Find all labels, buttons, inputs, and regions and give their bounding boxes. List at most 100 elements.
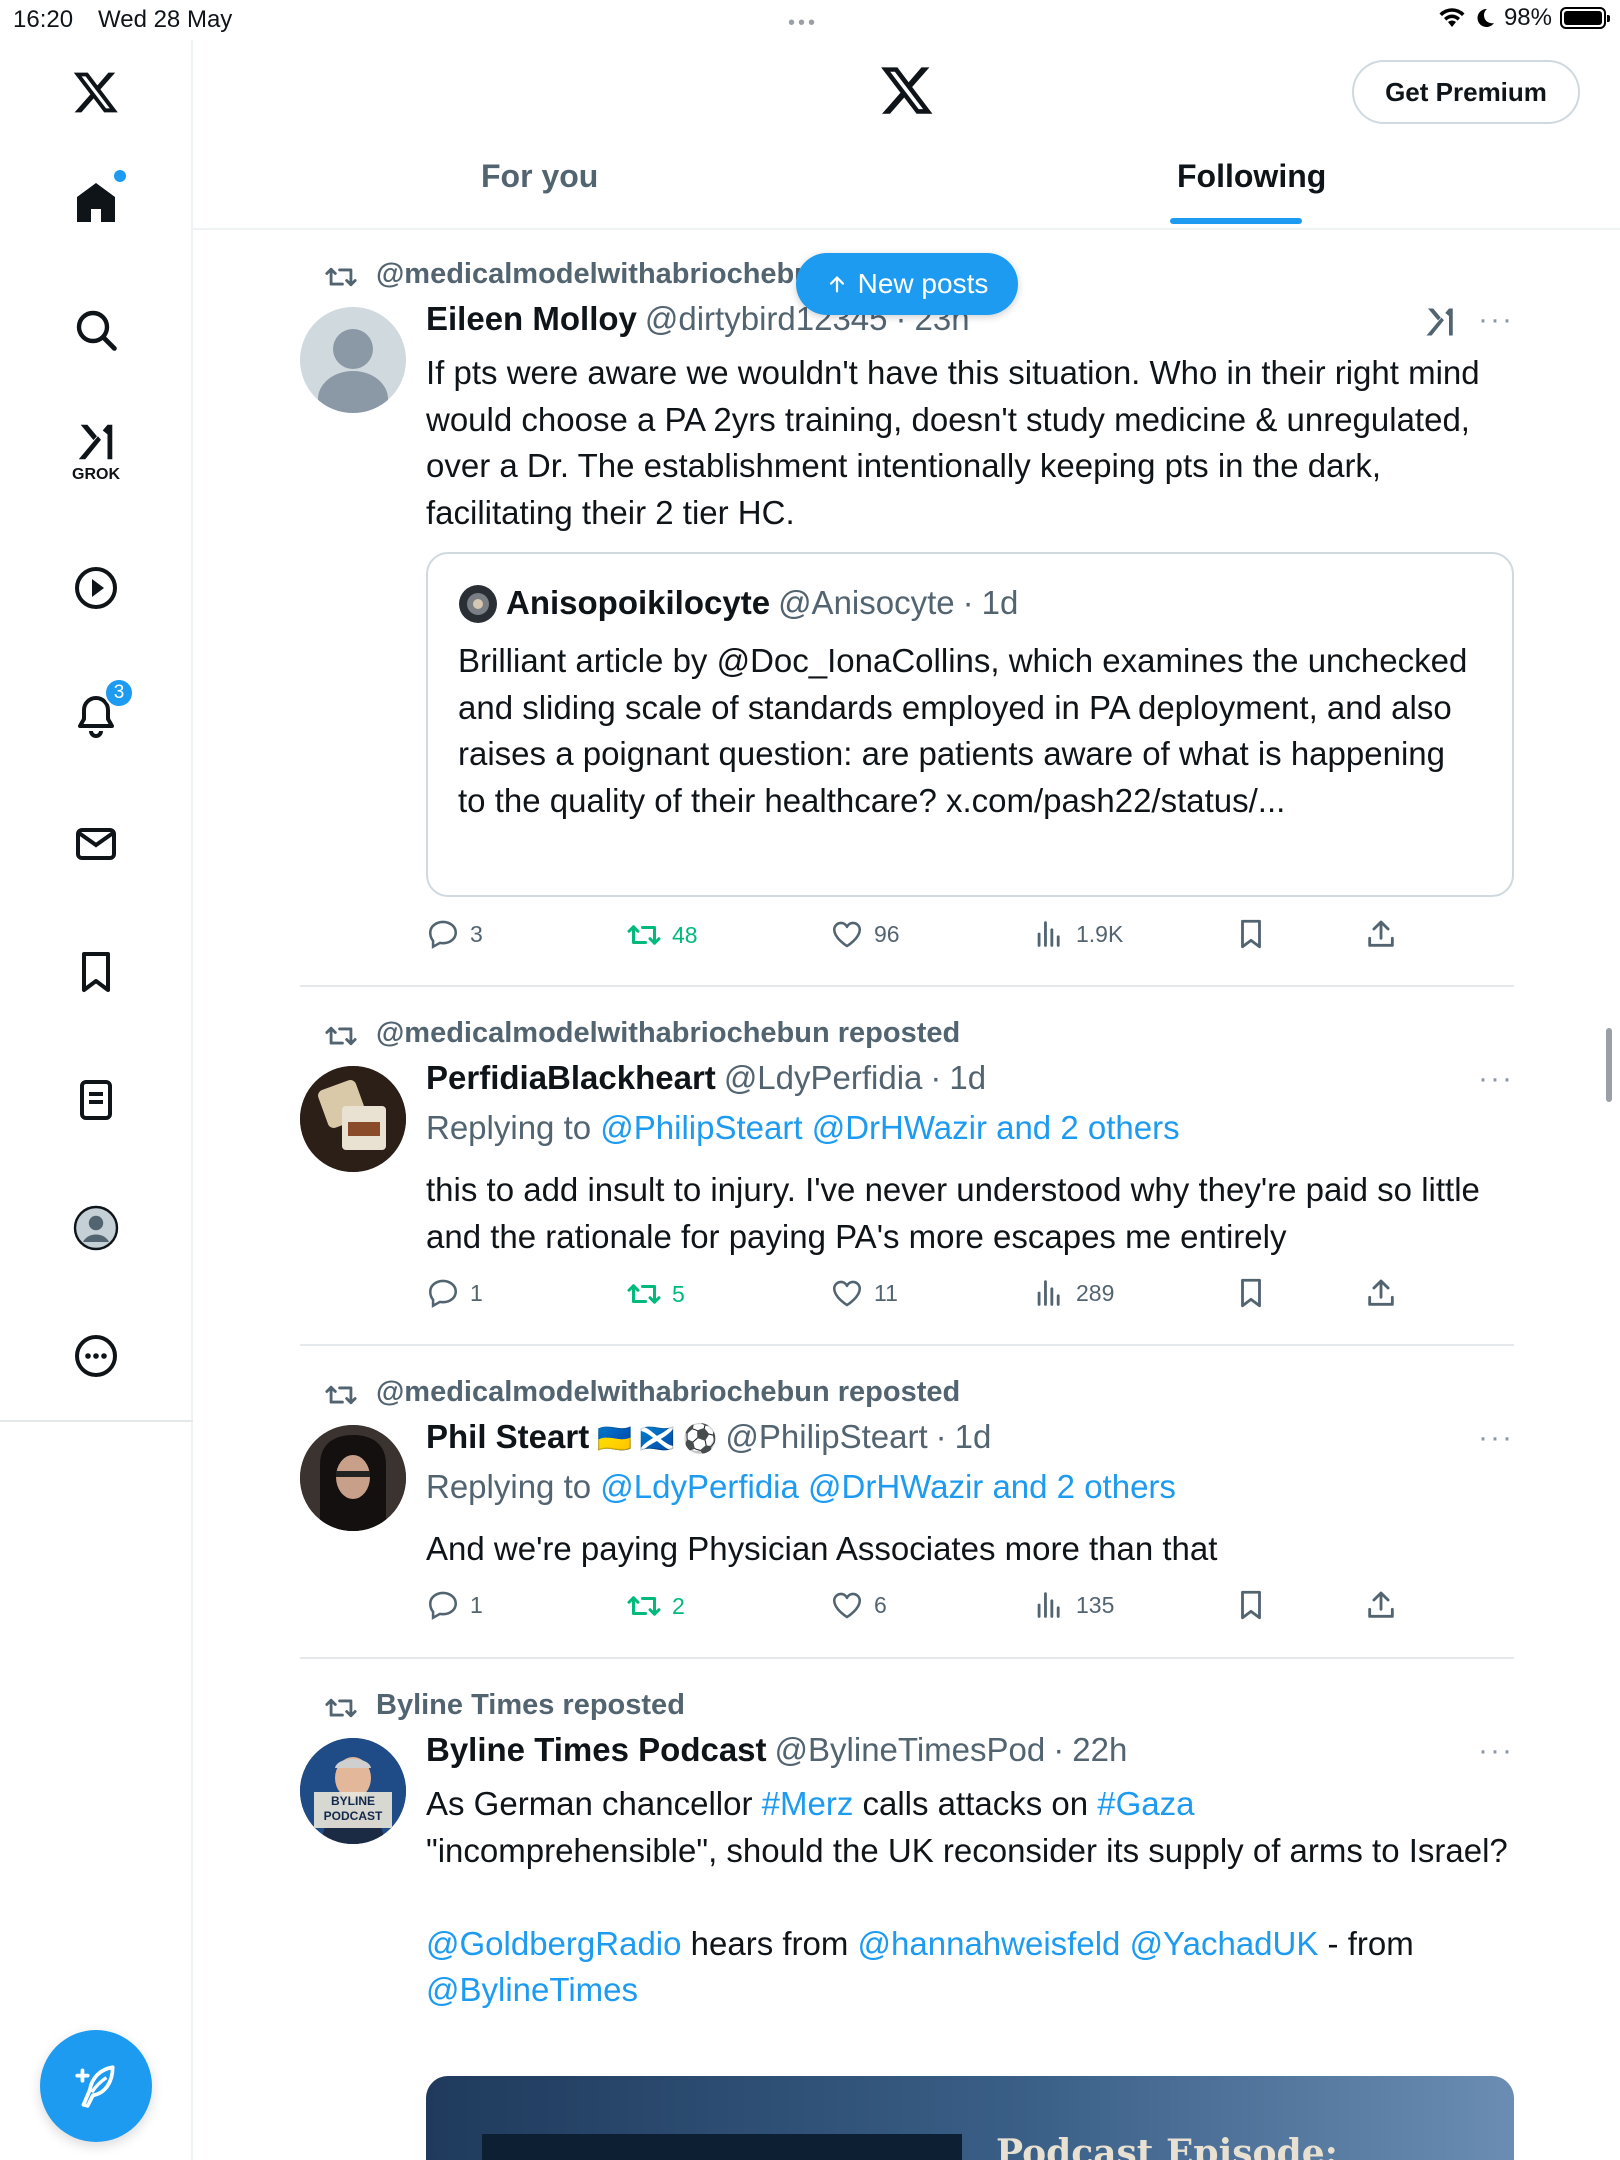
repost-count: 48 [672,921,698,948]
mention-goldbergradio[interactable]: @GoldbergRadio [426,1925,681,1962]
post-time[interactable]: 22h [1072,1731,1127,1769]
author-name[interactable]: Byline Times Podcast [426,1731,767,1769]
search-icon[interactable] [66,300,126,360]
quote-avatar[interactable] [458,584,498,624]
more-options-icon[interactable]: ··· [1478,303,1514,337]
hashtag-gaza[interactable]: #Gaza [1097,1785,1194,1822]
share-button[interactable] [1364,1588,1398,1622]
author-name[interactable]: PerfidiaBlackheart [426,1059,716,1097]
repost-indicator: Byline Times reposted [376,1689,685,1722]
view-count: 135 [1076,1591,1115,1618]
view-count: 1.9K [1076,920,1124,947]
post-header: Phil Steart 🇺🇦 🏴󠁧󠁢󠁳󠁣󠁴󠁿 ⚽ @PhilipSteart ·… [426,1418,991,1456]
author-handle[interactable]: @PhilipSteart [725,1418,927,1456]
mention-bylinetimes[interactable]: @BylineTimes [426,1971,638,2008]
author-handle[interactable]: @BylineTimesPod [775,1731,1046,1769]
post-perfidia-blackheart[interactable]: @medicalmodelwithabriochebun reposted Pe… [300,1014,1514,1344]
views-button[interactable]: 1.9K [1032,917,1123,951]
x-logo-icon[interactable] [66,62,126,122]
reply-button[interactable]: 1 [426,1276,483,1310]
messages-envelope-icon[interactable] [66,814,126,874]
view-count: 289 [1076,1279,1115,1306]
grok-icon[interactable]: GROK [66,422,126,483]
share-button[interactable] [1364,1276,1398,1310]
lists-icon[interactable] [66,1070,126,1130]
repost-label: Byline Times reposted [376,1689,685,1721]
reply-button[interactable]: 1 [426,1588,483,1622]
hashtag-merz[interactable]: #Merz [762,1785,854,1822]
profile-avatar-icon[interactable] [66,1198,126,1258]
more-options-icon[interactable]: ··· [1478,1734,1514,1768]
avatar[interactable] [300,1066,406,1172]
views-button[interactable]: 289 [1032,1276,1114,1310]
more-options-icon[interactable] [66,1326,126,1386]
notification-badge: 3 [104,678,134,708]
like-button[interactable]: 11 [830,1276,898,1310]
repost-indicator: @medicalmodelwithabriochebun reposted [376,1017,960,1050]
reply-count: 1 [470,1591,483,1618]
get-premium-button[interactable]: Get Premium [1352,60,1580,124]
author-name[interactable]: Eileen Molloy [426,300,637,338]
more-options-icon[interactable]: ··· [1478,1421,1514,1455]
repost-label: @medicalmodelwithabriochebun reposted [376,1017,961,1049]
name-emojis: 🇺🇦 🏴󠁧󠁢󠁳󠁣󠁴󠁿 ⚽ [597,1423,718,1454]
repost-indicator: @medicalmodelwithabriochebun reposted [376,1376,960,1409]
avatar[interactable] [300,1425,406,1531]
compose-post-button[interactable] [40,2030,152,2142]
status-bar: 16:20 Wed 28 May ••• 98% [0,0,1620,40]
avatar[interactable]: BYLINE PODCAST [300,1738,406,1844]
bookmark-button[interactable] [1234,917,1268,951]
post-time[interactable]: 1d [949,1059,986,1097]
post-actions: 1 2 6 135 [426,1588,1426,1628]
replying-to-users[interactable]: @PhilipSteart @DrHWazir and 2 others [600,1109,1179,1146]
post-time[interactable]: 1d [955,1418,992,1456]
x-logo-icon[interactable] [879,62,935,118]
home-unread-dot [114,170,126,182]
home-icon[interactable] [66,170,126,232]
post-header: PerfidiaBlackheart @LdyPerfidia · 1d [426,1059,986,1097]
views-button[interactable]: 135 [1032,1588,1114,1622]
like-button[interactable]: 6 [830,1588,887,1622]
bookmark-button[interactable] [1234,1276,1268,1310]
like-button[interactable]: 96 [830,917,900,951]
repost-count: 5 [672,1280,685,1307]
post-eileen-molloy[interactable]: @medicalmodelwithabriochebun reposted Ei… [300,255,1514,985]
multitask-dots-icon[interactable]: ••• [788,12,818,35]
quote-author-handle[interactable]: @Anisocyte [778,584,955,622]
quote-author-name[interactable]: Anisopoikilocyte [506,584,770,622]
compose-feather-icon [75,2065,115,2108]
replying-to-users[interactable]: @LdyPerfidia @DrHWazir and 2 others [600,1468,1176,1505]
repost-button[interactable]: 5 [626,1276,685,1312]
quoted-post[interactable]: Anisopoikilocyte @Anisocyte · 1d Brillia… [426,552,1514,897]
quote-header: Anisopoikilocyte @Anisocyte · 1d [458,584,1018,624]
repost-button[interactable]: 48 [626,917,698,953]
post-text: If pts were aware we wouldn't have this … [426,354,1480,531]
post-divider [300,1657,1514,1659]
post-phil-steart[interactable]: @medicalmodelwithabriochebun reposted Ph… [300,1373,1514,1657]
author-handle[interactable]: @LdyPerfidia [724,1059,923,1097]
grok-icon[interactable] [1422,304,1458,340]
repost-button[interactable]: 2 [626,1588,685,1624]
reply-button[interactable]: 3 [426,917,483,951]
avatar-text: BYLINE PODCAST [323,1794,383,1823]
mention-yachaduk[interactable]: @YachadUK [1130,1925,1319,1962]
dot-separator: · [962,584,974,621]
new-posts-label: New posts [857,268,989,299]
video-play-icon[interactable] [66,558,126,618]
notifications-bell-icon[interactable]: 3 [66,678,134,746]
battery-icon [1560,7,1610,29]
bookmark-button[interactable] [1234,1588,1268,1622]
tab-following[interactable]: Following [1177,158,1326,195]
new-posts-button[interactable]: New posts [796,253,1018,315]
avatar[interactable] [300,307,406,413]
text-segment [1120,1925,1129,1962]
author-name[interactable]: Phil Steart [426,1418,589,1456]
scrollbar[interactable] [1606,1028,1612,1102]
more-options-icon[interactable]: ··· [1478,1062,1514,1096]
post-actions: 1 5 11 289 [426,1276,1426,1316]
share-button[interactable] [1364,917,1398,951]
mention-hannahweisfeld[interactable]: @hannahweisfeld [858,1925,1121,1962]
bookmarks-icon[interactable] [66,942,126,1002]
tab-for-you[interactable]: For you [481,158,598,195]
media-card[interactable]: Podcast Episode: [426,2076,1514,2160]
